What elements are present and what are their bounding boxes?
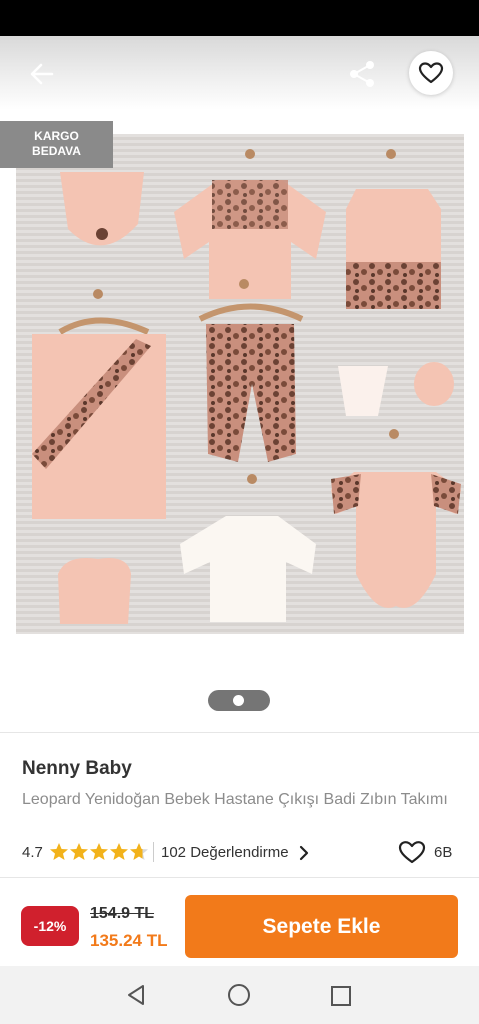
rating-value: 4.7 (22, 844, 43, 861)
star-half-icon (130, 843, 148, 860)
chevron-right-icon[interactable] (299, 845, 309, 861)
top-bar (0, 36, 479, 110)
heart-outline-icon[interactable] (398, 840, 426, 864)
divider (0, 732, 479, 733)
product-gallery[interactable]: KARGO BEDAVA (0, 110, 479, 732)
image-pager[interactable] (208, 690, 270, 711)
star-icon (110, 843, 128, 860)
favorite-button[interactable] (409, 51, 453, 95)
current-price: 135.24 TL (90, 931, 168, 950)
nav-recents-icon[interactable] (330, 985, 352, 1007)
free-shipping-badge-line1: KARGO (34, 129, 79, 143)
divider (0, 877, 479, 878)
discount-badge: -12% (21, 906, 79, 946)
purchase-bar: -12% 154.9 TL 135.24 TL Sepete Ekle (0, 880, 479, 966)
status-bar (0, 0, 479, 36)
brand-name[interactable]: Nenny Baby (22, 758, 132, 780)
product-title: Leopard Yenidoğan Bebek Hastane Çıkışı B… (22, 791, 448, 808)
pager-dot-active (233, 695, 244, 706)
nav-back-icon[interactable] (124, 983, 148, 1007)
share-button[interactable] (344, 56, 380, 92)
star-icon (70, 843, 88, 860)
free-shipping-badge-line2: BEDAVA (32, 144, 81, 158)
back-button[interactable] (24, 56, 60, 92)
system-nav-bar (0, 966, 479, 1024)
old-price: 154.9 TL (90, 905, 155, 922)
share-icon (350, 61, 374, 87)
product-image[interactable] (16, 134, 464, 634)
add-to-cart-button[interactable]: Sepete Ekle (185, 895, 458, 958)
star-icon (50, 843, 68, 860)
free-shipping-badge: KARGO BEDAVA (0, 121, 113, 168)
arrow-left-icon (30, 63, 54, 85)
reviews-link[interactable]: 102 Değerlendirme (161, 844, 289, 861)
rating-stars (50, 843, 148, 860)
favorite-count: 6B (434, 844, 453, 861)
heart-outline-icon (418, 62, 444, 84)
star-icon (90, 843, 108, 860)
rating-separator (153, 842, 154, 862)
nav-home-icon[interactable] (227, 983, 251, 1007)
rating-row: 4.7 102 Değerlendirme 6B (22, 840, 462, 864)
